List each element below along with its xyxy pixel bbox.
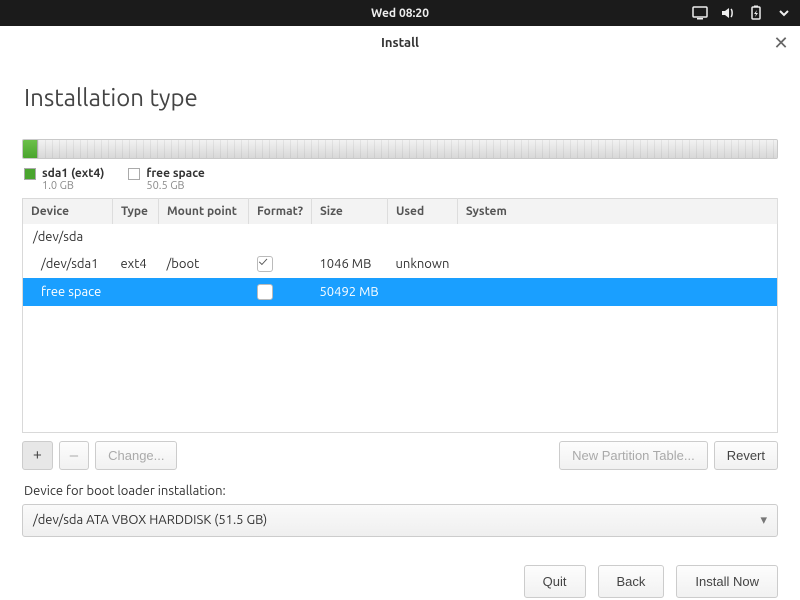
table-row-disk[interactable]: /dev/sda — [23, 224, 778, 250]
cell-type: ext4 — [113, 250, 159, 278]
cell-size: 50492 MB — [311, 278, 387, 306]
cell-mount: /boot — [159, 250, 249, 278]
table-row-partition[interactable]: /dev/sda1 ext4 /boot 1046 MB unknown — [23, 250, 778, 278]
new-partition-table-button[interactable]: New Partition Table... — [559, 441, 708, 470]
legend-label: free space — [146, 167, 204, 180]
cell-system — [457, 250, 777, 278]
cell-format — [249, 250, 312, 278]
cell-device: /dev/sda1 — [23, 250, 113, 278]
install-now-button[interactable]: Install Now — [676, 565, 778, 598]
legend-item-free: free space 50.5 GB — [128, 167, 204, 192]
window-titlebar: Install ✕ — [0, 26, 800, 60]
cell-system — [457, 278, 777, 306]
back-button[interactable]: Back — [598, 565, 665, 598]
table-empty-space — [23, 306, 778, 432]
chevron-down-icon: ▾ — [760, 513, 767, 528]
page-heading: Installation type — [24, 84, 778, 111]
col-used[interactable]: Used — [387, 199, 457, 225]
change-partition-button[interactable]: Change... — [95, 441, 177, 470]
cell-used: unknown — [387, 250, 457, 278]
volume-icon[interactable] — [720, 5, 736, 21]
legend-sub: 50.5 GB — [146, 180, 204, 192]
add-partition-button[interactable]: + — [22, 441, 53, 470]
col-mount[interactable]: Mount point — [159, 199, 249, 225]
bootloader-label: Device for boot loader installation: — [24, 484, 778, 498]
window-title: Install — [381, 36, 419, 50]
cell-used — [387, 278, 457, 306]
close-button[interactable]: ✕ — [770, 32, 792, 54]
chevron-down-icon[interactable] — [776, 5, 792, 21]
col-type[interactable]: Type — [113, 199, 159, 225]
col-format[interactable]: Format? — [249, 199, 312, 225]
cell-device: free space — [23, 278, 113, 306]
remove-partition-button[interactable]: – — [59, 441, 89, 470]
revert-button[interactable]: Revert — [714, 441, 778, 470]
cell-mount — [159, 278, 249, 306]
quit-button[interactable]: Quit — [524, 565, 586, 598]
bootloader-device-select[interactable]: /dev/sda ATA VBOX HARDDISK (51.5 GB) ▾ — [22, 504, 778, 537]
bar-segment-sda1 — [23, 140, 38, 158]
partition-table[interactable]: Device Type Mount point Format? Size Use… — [22, 198, 778, 433]
col-size[interactable]: Size — [311, 199, 387, 225]
system-top-bar: Wed 08:20 — [0, 0, 800, 26]
table-header-row: Device Type Mount point Format? Size Use… — [23, 199, 778, 225]
col-system[interactable]: System — [457, 199, 777, 225]
select-value: /dev/sda ATA VBOX HARDDISK (51.5 GB) — [33, 513, 267, 527]
col-device[interactable]: Device — [23, 199, 113, 225]
screen-icon[interactable] — [692, 5, 708, 21]
swatch-icon — [24, 168, 36, 180]
swatch-icon — [128, 168, 140, 180]
legend-label: sda1 (ext4) — [42, 167, 104, 180]
table-row-freespace[interactable]: free space 50492 MB — [23, 278, 778, 306]
format-checkbox[interactable] — [257, 256, 273, 272]
battery-icon[interactable] — [748, 5, 764, 21]
cell-type — [113, 278, 159, 306]
clock[interactable]: Wed 08:20 — [0, 7, 800, 20]
format-checkbox[interactable] — [257, 284, 273, 300]
disk-legend: sda1 (ext4) 1.0 GB free space 50.5 GB — [24, 167, 778, 192]
legend-item-used: sda1 (ext4) 1.0 GB — [24, 167, 104, 192]
disk-usage-bar[interactable] — [22, 139, 778, 159]
cell-format — [249, 278, 312, 306]
bar-segment-free — [38, 140, 777, 158]
cell-size: 1046 MB — [311, 250, 387, 278]
legend-sub: 1.0 GB — [42, 180, 104, 192]
cell-device: /dev/sda — [23, 224, 778, 250]
